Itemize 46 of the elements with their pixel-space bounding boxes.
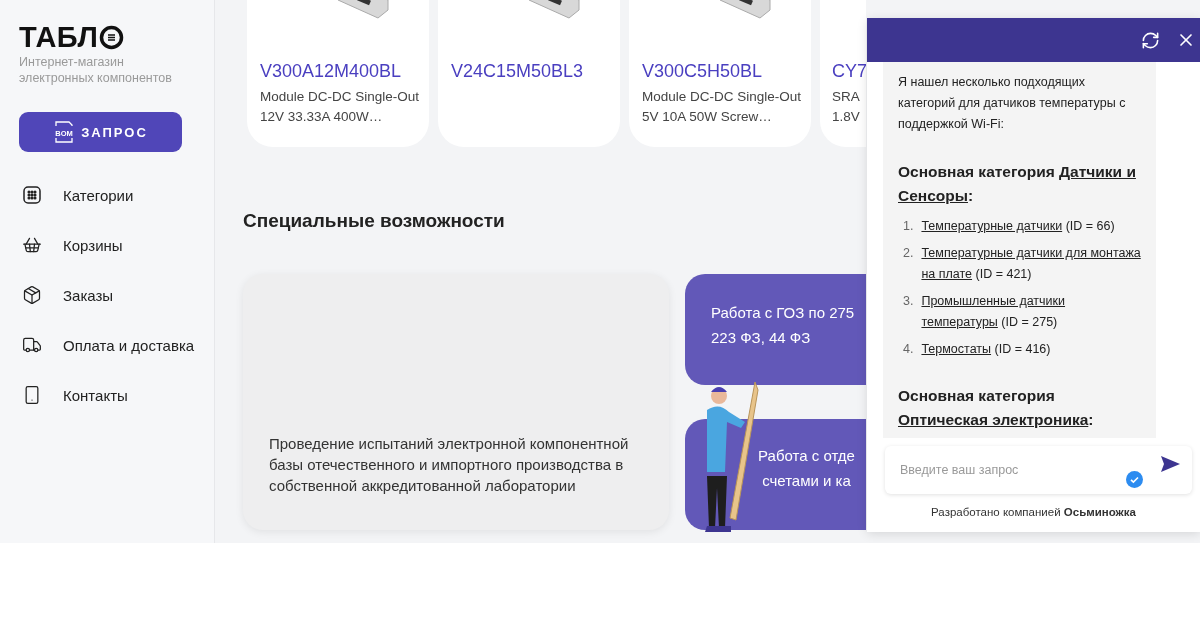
lab-card-text: Проведение испытаний электронной компонентной базы отечественного и импортного производства в собственной аккредитованной лаборатории xyxy=(269,434,630,496)
category-heading: Основная категория Датчики и Сенсоры: xyxy=(898,162,1137,206)
feature-card-text: Работа с ГОЗ по 275 xyxy=(711,303,856,323)
subcategory-item[interactable]: Температурные датчики (ID = 66) xyxy=(921,216,1115,237)
truck-icon xyxy=(22,335,42,355)
list-number: 1. xyxy=(903,218,914,235)
product-card[interactable]: V300A12M400BL Module DC-DC Single-Out 12V 33.33A 400W… xyxy=(247,0,429,147)
feature-card-text: Работа с отде xyxy=(757,446,856,466)
product-title[interactable]: V300A12M400BL xyxy=(260,59,402,83)
check-icon xyxy=(1126,471,1143,488)
product-title[interactable]: V24C15M50BL3 xyxy=(451,59,584,83)
product-title[interactable]: CY7 xyxy=(832,59,866,83)
chat-footer: Разработано компанией Осьминожка xyxy=(867,506,1200,518)
logo-mark-icon xyxy=(99,24,125,50)
nav-item[interactable]: Корзины xyxy=(19,234,214,256)
box-icon xyxy=(22,285,42,305)
refresh-icon xyxy=(1141,30,1160,50)
product-card[interactable]: CY7 SRA 1.8V xyxy=(820,0,866,147)
list-number: 3. xyxy=(903,293,914,310)
send-button[interactable] xyxy=(1161,456,1180,472)
grid-icon xyxy=(22,185,42,205)
nav-item[interactable]: Оплата и доставка xyxy=(19,334,214,356)
list-number: 4. xyxy=(903,341,914,358)
feature-card-text: 223 ФЗ, 44 ФЗ xyxy=(711,328,812,348)
basket-icon xyxy=(22,235,42,255)
nav-item[interactable]: Контакты xyxy=(19,384,214,406)
product-card[interactable]: V24C15M50BL3 xyxy=(438,0,620,147)
product-description: SRA 1.8V xyxy=(832,88,861,126)
product-description: Module DC-DC Single-Out 5V 10A 50W Screw… xyxy=(642,88,802,126)
product-description: Module DC-DC Single-Out 12V 33.33A 400W… xyxy=(260,88,420,126)
subcategory-item[interactable]: Температурные датчики для монтажа на плате (ID = 421) xyxy=(921,243,1141,285)
category-heading: Основная категория Оптическая электроника: xyxy=(898,386,1095,430)
nav-item[interactable]: Категории xyxy=(19,184,214,206)
send-icon xyxy=(1161,456,1180,472)
logo: ТАБЛ xyxy=(19,22,99,52)
list-number: 2. xyxy=(903,245,914,262)
tagline: Интернет-магазин электронных компонентов xyxy=(19,54,173,86)
product-title[interactable]: V300C5H50BL xyxy=(642,59,763,83)
subcategory-item[interactable]: Термостаты (ID = 416) xyxy=(921,339,1051,360)
nav-item[interactable]: Заказы xyxy=(19,284,214,306)
subcategory-item[interactable]: Промышленные датчики температуры (ID = 275) xyxy=(921,291,1141,333)
message-text: Я нашел несколько подходящих категорий для датчиков температуры с поддержкой Wi-Fi: xyxy=(898,74,1127,133)
section-heading: Специальные возможности xyxy=(243,210,505,232)
chat-input-field[interactable]: Введите ваш запрос xyxy=(898,462,1161,478)
product-card[interactable]: V300C5H50BL Module DC-DC Single-Out 5V 10A 50W Screw… xyxy=(629,0,811,147)
feature-card-text: счетами и ка xyxy=(761,471,852,491)
